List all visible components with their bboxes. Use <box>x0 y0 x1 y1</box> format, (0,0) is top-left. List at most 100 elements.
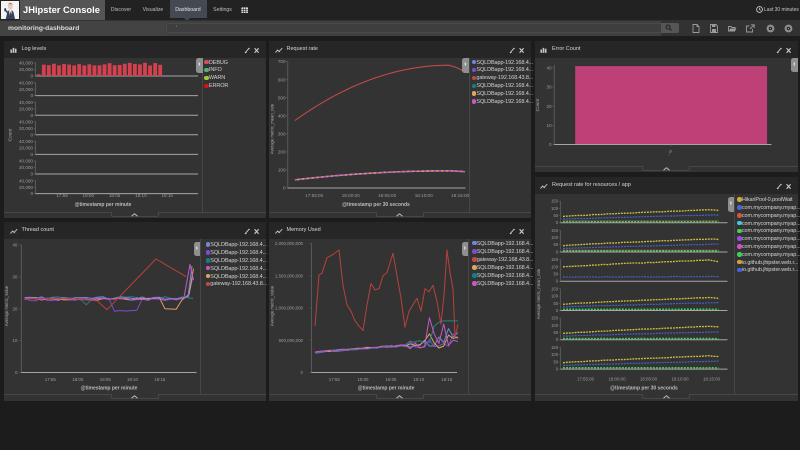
svg-text:20,000: 20,000 <box>19 165 33 170</box>
svg-text:18:05: 18:05 <box>386 377 398 382</box>
svg-text:50: 50 <box>553 213 558 218</box>
svg-text:100: 100 <box>278 168 286 173</box>
svg-text:500,000,000: 500,000,000 <box>279 338 304 343</box>
svg-text:500: 500 <box>278 95 286 100</box>
svg-text:18:00: 18:00 <box>72 377 84 382</box>
svg-text:17:55: 17:55 <box>329 377 341 382</box>
svg-text:18:00:00: 18:00:00 <box>342 193 360 198</box>
svg-text:Average metric_value: Average metric_value <box>4 285 9 326</box>
svg-text:20,000: 20,000 <box>19 106 33 111</box>
svg-text:40,000: 40,000 <box>19 178 33 183</box>
svg-text:50: 50 <box>553 242 558 247</box>
svg-text:100: 100 <box>551 294 559 299</box>
svg-text:0: 0 <box>555 279 558 284</box>
svg-text:18:00:00: 18:00:00 <box>608 376 626 381</box>
svg-text:Average metric_value: Average metric_value <box>270 285 275 326</box>
svg-text:100: 100 <box>551 264 559 269</box>
svg-text:20,000: 20,000 <box>19 87 33 92</box>
svg-text:Count: Count <box>534 98 540 111</box>
svg-text:1,500,000,000: 1,500,000,000 <box>275 273 304 278</box>
svg-text:1,000,000,000: 1,000,000,000 <box>275 306 304 311</box>
svg-text:18:05:00: 18:05:00 <box>639 376 657 381</box>
svg-text:10: 10 <box>12 338 18 343</box>
svg-text:0: 0 <box>555 220 558 225</box>
svg-text:@timestamp per 30 seconds: @timestamp per 30 seconds <box>610 385 678 391</box>
svg-text:17:55: 17:55 <box>56 193 68 198</box>
svg-text:0: 0 <box>30 172 33 177</box>
svg-text:20,000: 20,000 <box>19 126 33 131</box>
svg-text:100: 100 <box>551 206 559 211</box>
svg-text:30: 30 <box>12 275 18 280</box>
svg-text:150: 150 <box>551 316 559 321</box>
svg-text:50: 50 <box>553 330 558 335</box>
svg-text:0: 0 <box>555 367 558 372</box>
svg-text:18:15:00: 18:15:00 <box>702 376 720 381</box>
svg-text:Count: Count <box>8 128 14 141</box>
svg-text:40,000: 40,000 <box>19 100 33 105</box>
svg-text:20,000: 20,000 <box>19 67 33 72</box>
svg-text:50: 50 <box>553 272 558 277</box>
svg-text:50: 50 <box>553 359 558 364</box>
svg-text:100: 100 <box>551 235 559 240</box>
svg-text:18:05:00: 18:05:00 <box>378 193 396 198</box>
svg-text:150: 150 <box>551 199 559 204</box>
svg-text:@timestamp per 30 seconds: @timestamp per 30 seconds <box>342 202 410 208</box>
svg-text:0: 0 <box>30 132 33 137</box>
svg-text:100: 100 <box>551 352 559 357</box>
svg-text:400: 400 <box>278 113 286 118</box>
svg-text:600: 600 <box>278 77 286 82</box>
svg-text:150: 150 <box>551 286 559 291</box>
svg-text:150: 150 <box>551 257 559 262</box>
svg-text:40,000: 40,000 <box>19 120 33 125</box>
svg-text:0: 0 <box>283 186 286 191</box>
svg-text:20,000: 20,000 <box>19 146 33 151</box>
svg-text:0: 0 <box>30 93 33 98</box>
svg-text:300: 300 <box>278 131 286 136</box>
svg-text:Average metric_mean_rate: Average metric_mean_rate <box>536 268 541 319</box>
svg-text:0: 0 <box>15 370 18 375</box>
svg-text:200: 200 <box>278 150 286 155</box>
svg-text:18:10: 18:10 <box>127 377 139 382</box>
svg-text:@timestamp per minute: @timestamp per minute <box>75 202 132 208</box>
svg-text:0: 0 <box>30 191 33 196</box>
svg-text:18:00: 18:00 <box>358 377 370 382</box>
svg-text:20: 20 <box>12 306 18 311</box>
svg-text:0: 0 <box>555 249 558 254</box>
svg-text:40,000: 40,000 <box>19 61 33 66</box>
svg-text:2,000,000,000: 2,000,000,000 <box>275 241 304 246</box>
svg-text:150: 150 <box>551 228 559 233</box>
svg-text:20,000: 20,000 <box>19 185 33 190</box>
svg-text:18:15:00: 18:15:00 <box>451 193 469 198</box>
svg-text:17:55:00: 17:55:00 <box>305 193 323 198</box>
svg-text:18:15: 18:15 <box>441 377 453 382</box>
svg-text:0: 0 <box>30 152 33 157</box>
svg-text:18:15: 18:15 <box>154 377 166 382</box>
svg-text:0: 0 <box>555 337 558 342</box>
svg-text:18:10:00: 18:10:00 <box>671 376 689 381</box>
svg-text:40: 40 <box>546 65 552 70</box>
svg-text:0: 0 <box>555 308 558 313</box>
svg-text:18:10: 18:10 <box>135 193 147 198</box>
svg-text:18:15: 18:15 <box>161 193 173 198</box>
svg-text:30: 30 <box>546 85 552 90</box>
svg-text:0: 0 <box>30 113 33 118</box>
svg-text:40,000: 40,000 <box>19 159 33 164</box>
svg-text:700: 700 <box>278 59 286 64</box>
svg-text:18:05: 18:05 <box>109 193 121 198</box>
svg-text:20: 20 <box>546 104 552 109</box>
svg-text:0: 0 <box>30 74 33 79</box>
svg-text:@timestamp per minute: @timestamp per minute <box>81 385 138 391</box>
svg-text:Average metric_mean_rate: Average metric_mean_rate <box>269 103 274 154</box>
svg-text:_all: _all <box>665 149 673 156</box>
svg-text:40,000: 40,000 <box>19 80 33 85</box>
svg-text:18:05: 18:05 <box>100 377 112 382</box>
svg-text:0: 0 <box>301 370 304 375</box>
svg-text:17:55:00: 17:55:00 <box>576 376 594 381</box>
svg-text:18:00: 18:00 <box>83 193 95 198</box>
svg-text:18:10: 18:10 <box>413 377 425 382</box>
svg-text:40,000: 40,000 <box>19 139 33 144</box>
svg-text:0: 0 <box>549 142 552 147</box>
svg-text:100: 100 <box>551 323 559 328</box>
svg-text:10: 10 <box>546 123 552 128</box>
svg-text:150: 150 <box>551 345 559 350</box>
